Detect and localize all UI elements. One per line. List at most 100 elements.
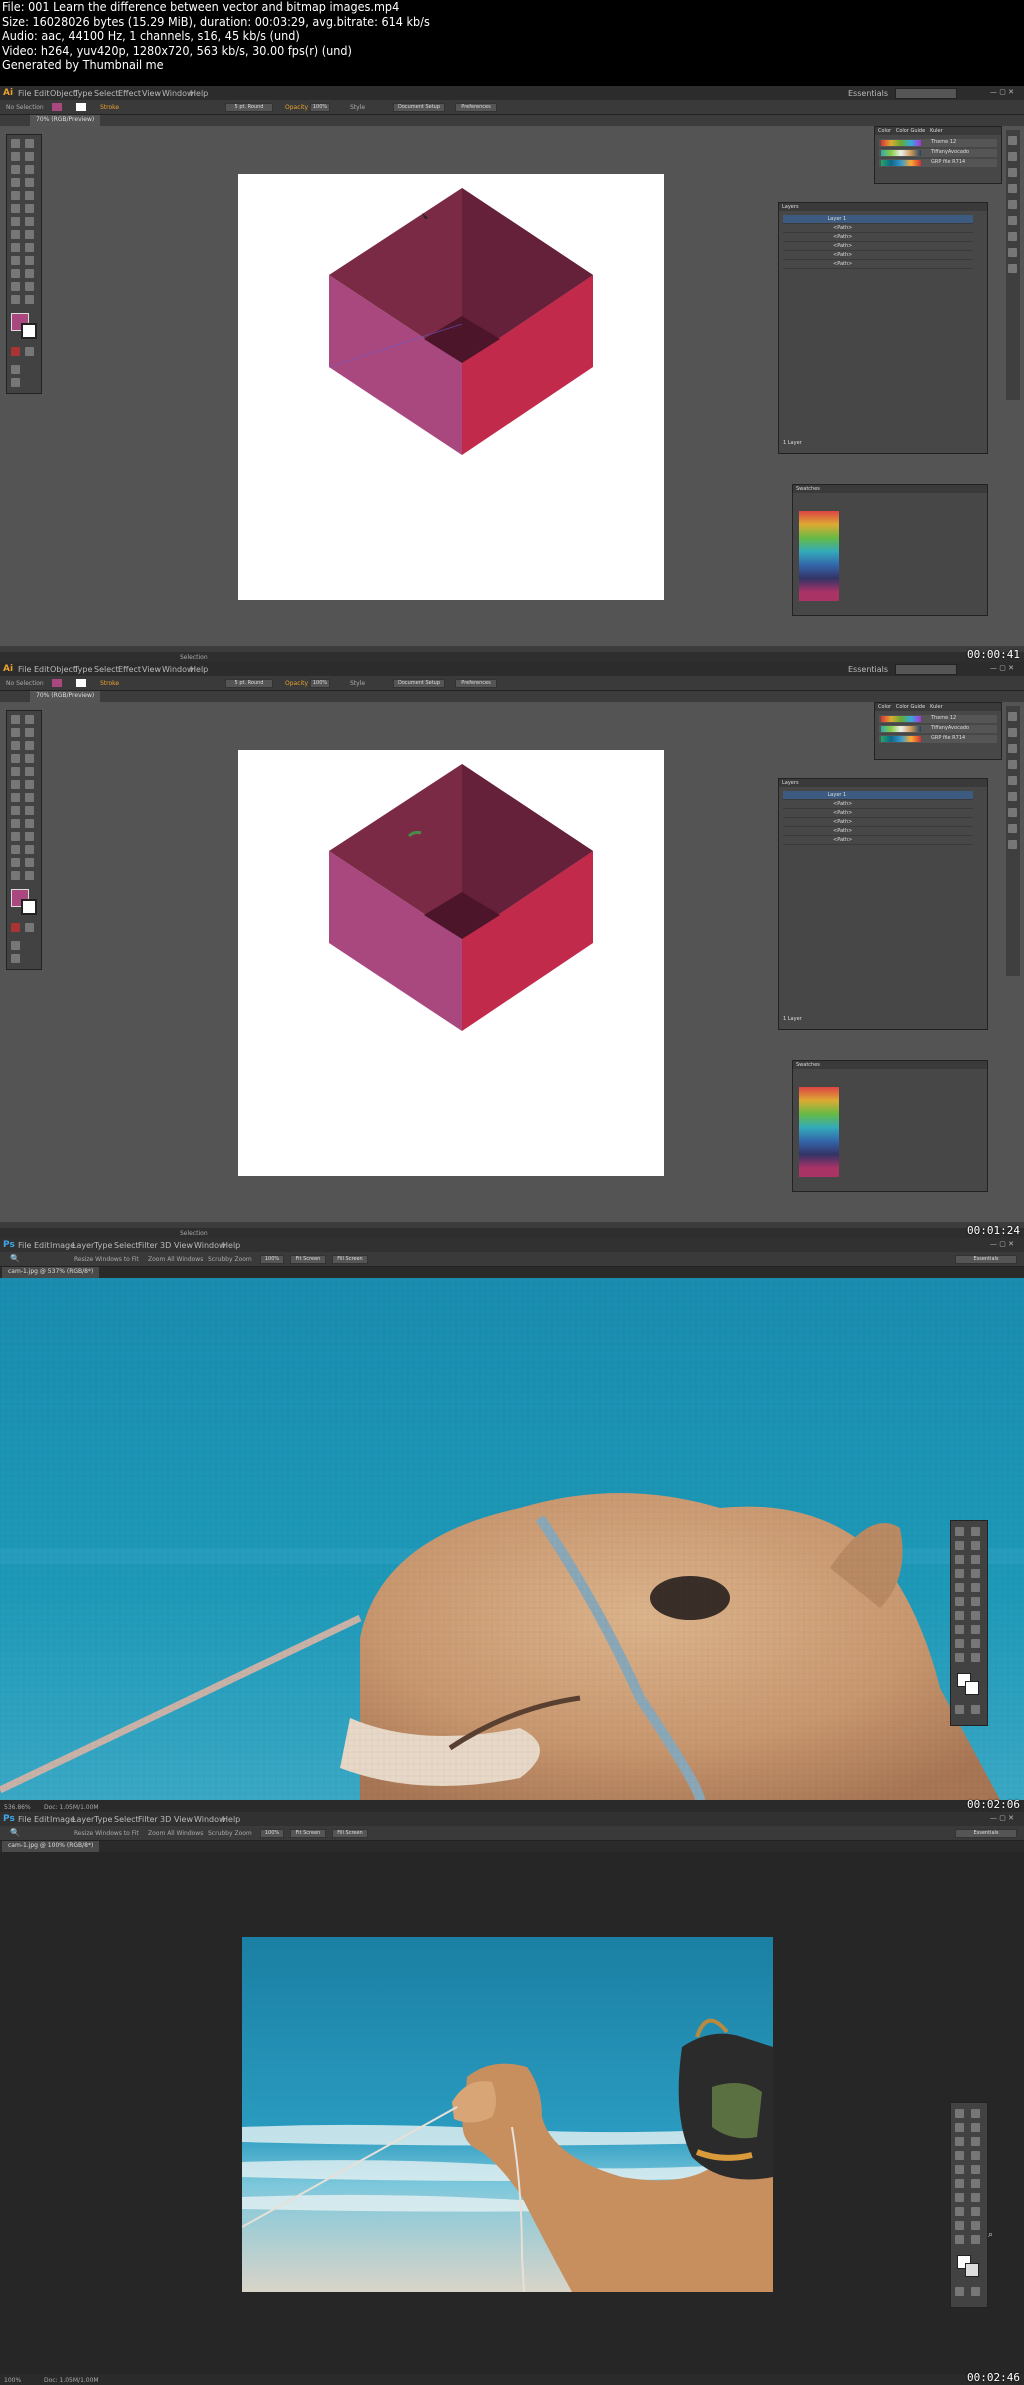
menu-help[interactable]: Help <box>190 89 208 98</box>
lasso-icon[interactable] <box>25 152 34 161</box>
fill-screen-button[interactable]: Fill Screen <box>332 1829 368 1838</box>
menu-select[interactable]: Select <box>114 1241 139 1250</box>
brush-tool-icon[interactable] <box>11 767 20 776</box>
sublayer-row[interactable]: <Path> <box>783 251 973 260</box>
menu-file[interactable]: File <box>18 665 31 674</box>
theme-row-2[interactable]: TiffanyAvocado <box>879 725 997 733</box>
menu-edit[interactable]: Edit <box>34 1241 50 1250</box>
screen-mode-icon[interactable] <box>971 1705 980 1714</box>
lasso-icon[interactable] <box>955 1541 964 1550</box>
slice-tool-icon[interactable] <box>25 858 34 867</box>
zoom-tool-icon[interactable] <box>971 1653 980 1662</box>
window-controls[interactable]: — ▢ ✕ <box>990 664 1020 673</box>
menu-type[interactable]: Type <box>74 665 92 674</box>
zoom-tool-icon[interactable] <box>25 295 34 304</box>
option-resize-windows[interactable]: Resize Windows to Fit <box>74 1256 139 1263</box>
menu-filter[interactable]: Filter <box>138 1241 158 1250</box>
blur-tool-icon[interactable] <box>955 1611 964 1620</box>
menu-select[interactable]: Select <box>94 665 119 674</box>
tab-kuler[interactable]: Kuler <box>930 704 943 710</box>
tab-color[interactable]: Color <box>878 704 891 710</box>
workspace-switcher[interactable]: Essentials <box>848 665 888 674</box>
dodge-tool-icon[interactable] <box>971 2193 980 2202</box>
menu-edit[interactable]: Edit <box>34 89 50 98</box>
blur-tool-icon[interactable] <box>955 2193 964 2202</box>
menu-help[interactable]: Help <box>222 1241 240 1250</box>
menu-effect[interactable]: Effect <box>118 89 141 98</box>
warp-tool-icon[interactable] <box>11 793 20 802</box>
color-mode-icon[interactable] <box>11 923 20 932</box>
hand-tool-icon[interactable] <box>955 2235 964 2244</box>
symbol-sprayer-icon[interactable] <box>11 845 20 854</box>
magic-wand-icon[interactable] <box>11 152 20 161</box>
healing-brush-icon[interactable] <box>955 2151 964 2160</box>
fit-screen-button[interactable]: Fit Screen <box>290 1829 326 1838</box>
document-setup-button[interactable]: Document Setup <box>393 679 445 688</box>
tab-color-guide[interactable]: Color Guide <box>896 128 925 134</box>
rectangle-tool-icon[interactable] <box>25 178 34 187</box>
quick-select-icon[interactable] <box>971 2123 980 2132</box>
symbol-sprayer-icon[interactable] <box>11 269 20 278</box>
brush-tool-icon[interactable] <box>971 1569 980 1578</box>
transparency-panel-icon[interactable] <box>1008 232 1017 241</box>
menu-view[interactable]: View <box>174 1815 193 1824</box>
menu-select[interactable]: Select <box>114 1815 139 1824</box>
lasso-icon[interactable] <box>955 2123 964 2132</box>
menu-object[interactable]: Object <box>50 665 76 674</box>
gradient-panel-icon[interactable] <box>1008 792 1017 801</box>
zoom-level[interactable]: 536.86% <box>4 1804 31 1811</box>
magic-wand-icon[interactable] <box>11 728 20 737</box>
symbols-panel-icon[interactable] <box>1008 760 1017 769</box>
option-zoom-all[interactable]: Zoom All Windows <box>148 1830 203 1837</box>
swatches-panel-icon[interactable] <box>1008 728 1017 737</box>
menu-type[interactable]: Type <box>94 1241 112 1250</box>
fill-screen-button[interactable]: Fill Screen <box>332 1255 368 1264</box>
sublayer-row[interactable]: <Path> <box>783 233 973 242</box>
sublayer-row[interactable]: <Path> <box>783 260 973 269</box>
graph-tool-icon[interactable] <box>25 269 34 278</box>
background-color-swatch[interactable] <box>965 2263 979 2277</box>
sublayer-row[interactable]: <Path> <box>783 809 973 818</box>
quick-select-icon[interactable] <box>971 1541 980 1550</box>
sublayer-row[interactable]: <Path> <box>783 224 973 233</box>
stroke-swatch[interactable] <box>76 679 86 687</box>
pen-tool-icon[interactable] <box>955 1625 964 1634</box>
artboard-tool-icon[interactable] <box>11 282 20 291</box>
brushes-panel-icon[interactable] <box>1008 744 1017 753</box>
color-mode-icon[interactable] <box>11 347 20 356</box>
rectangle-tool-icon[interactable] <box>25 754 34 763</box>
search-input[interactable] <box>895 664 957 675</box>
menu-type[interactable]: Type <box>74 89 92 98</box>
menu-type[interactable]: Type <box>94 1815 112 1824</box>
hand-tool-icon[interactable] <box>11 295 20 304</box>
opacity-label[interactable]: Opacity <box>285 680 308 687</box>
none-color-icon[interactable] <box>25 347 34 356</box>
screen-mode-icon[interactable] <box>971 2287 980 2296</box>
transparency-panel-icon[interactable] <box>1008 808 1017 817</box>
shape-builder-icon[interactable] <box>11 806 20 815</box>
window-controls[interactable]: — ▢ ✕ <box>990 1814 1020 1823</box>
crop-tool-icon[interactable] <box>955 2137 964 2146</box>
screen-mode-icon[interactable] <box>11 954 20 963</box>
menu-select[interactable]: Select <box>94 89 119 98</box>
swatch-grid[interactable] <box>799 1087 839 1177</box>
opacity-field[interactable]: 100% <box>310 103 330 112</box>
background-color-swatch[interactable] <box>965 1681 979 1695</box>
scale-tool-icon[interactable] <box>25 780 34 789</box>
history-brush-icon[interactable] <box>971 1583 980 1592</box>
stroke-label[interactable]: Stroke <box>100 104 119 111</box>
menu-help[interactable]: Help <box>222 1815 240 1824</box>
hand-tool-icon[interactable] <box>11 871 20 880</box>
screen-mode-icon[interactable] <box>11 378 20 387</box>
sublayer-row[interactable]: <Path> <box>783 827 973 836</box>
hand-tool-icon[interactable] <box>955 1653 964 1662</box>
selection-tool-icon[interactable] <box>11 139 20 148</box>
brush-dropdown[interactable]: 5 pt. Round <box>225 103 273 112</box>
selection-tool-icon[interactable] <box>11 715 20 724</box>
theme-row-1[interactable]: Theme 12 <box>879 139 997 147</box>
option-resize-windows[interactable]: Resize Windows to Fit <box>74 1830 139 1837</box>
type-tool-icon[interactable] <box>25 165 34 174</box>
menu-file[interactable]: File <box>18 1241 31 1250</box>
menu-view[interactable]: View <box>142 89 161 98</box>
move-tool-icon[interactable] <box>955 2109 964 2118</box>
